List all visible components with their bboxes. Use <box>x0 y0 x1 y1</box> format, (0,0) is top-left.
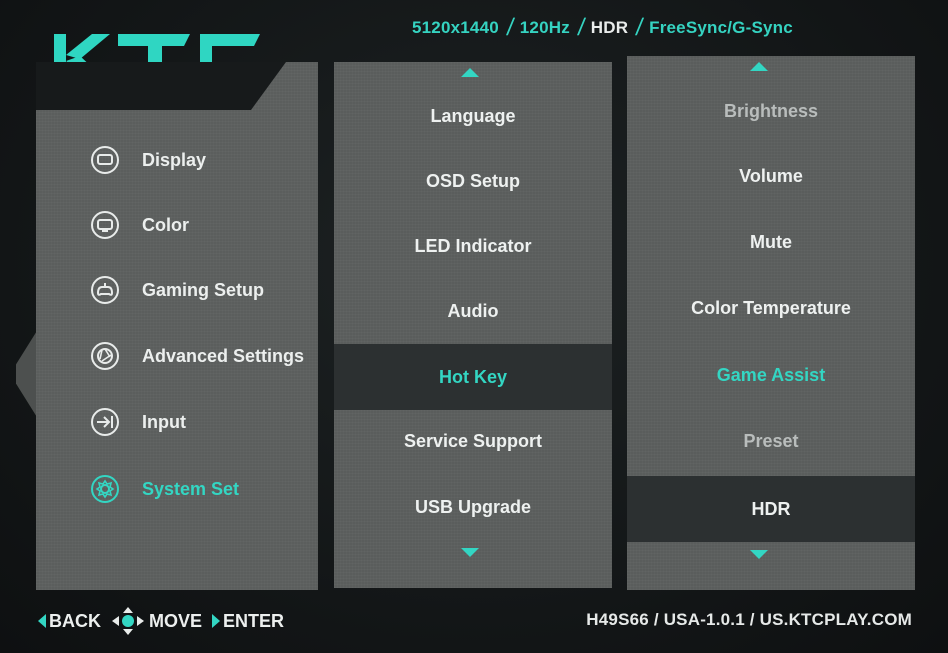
menu-item-gaming-setup[interactable]: Gaming Setup <box>90 270 264 310</box>
submenu-item-led-indicator[interactable]: LED Indicator <box>334 214 612 278</box>
menu-item-input[interactable]: Input <box>90 402 186 442</box>
menu-item-advanced-settings[interactable]: Advanced Settings <box>90 336 304 376</box>
main-menu-panel: Display Color Gaming Setup Advanced Sett… <box>36 62 318 590</box>
option-item-label: Mute <box>750 231 792 252</box>
refresh-rate-text: 120Hz <box>519 18 570 37</box>
submenu-item-service-support[interactable]: Service Support <box>334 409 612 473</box>
display-icon <box>91 146 119 174</box>
submenu-item-label: Language <box>430 105 516 126</box>
menu-item-label: Gaming Setup <box>142 279 265 300</box>
scroll-down-icon[interactable] <box>461 548 479 557</box>
sync-text: FreeSync/G-Sync <box>649 18 793 37</box>
move-hint: MOVE <box>149 610 203 631</box>
scroll-up-icon[interactable] <box>750 62 768 71</box>
enter-hint: ENTER <box>223 610 285 631</box>
submenu-item-label: LED Indicator <box>414 235 532 256</box>
submenu-item-language[interactable]: Language <box>334 84 612 148</box>
gamepad-icon <box>91 276 119 304</box>
option-item-mute[interactable]: Mute <box>627 210 915 274</box>
option-item-game-assist[interactable]: Game Assist <box>627 343 915 407</box>
menu-item-label: Display <box>142 149 207 170</box>
menu-item-label: Input <box>142 411 186 432</box>
menu-item-label: Advanced Settings <box>142 345 305 366</box>
joystick-move-icon <box>112 607 144 635</box>
option-item-label: Color Temperature <box>691 297 851 318</box>
option-item-volume[interactable]: Volume <box>627 144 915 208</box>
aperture-icon <box>91 342 119 370</box>
back-arrow-icon <box>38 614 46 628</box>
color-icon <box>91 211 119 239</box>
submenu-item-label: OSD Setup <box>425 170 520 191</box>
submenu-item-osd-setup[interactable]: OSD Setup <box>334 149 612 213</box>
option-item-label: Brightness <box>723 100 819 121</box>
option-item-label: Preset <box>743 430 799 451</box>
signal-info-bar: 5120x1440 / 120Hz / HDR / FreeSync/G-Syn… <box>412 14 793 42</box>
separator-slash: / <box>634 14 646 41</box>
input-icon <box>91 408 119 436</box>
menu-item-label: Color <box>142 214 189 235</box>
option-item-label: HDR <box>751 498 791 519</box>
scroll-down-icon[interactable] <box>750 550 768 559</box>
separator-slash: / <box>576 14 587 41</box>
separator-slash: / <box>505 14 516 41</box>
submenu-item-label: Audio <box>447 300 499 321</box>
scroll-up-icon[interactable] <box>461 68 479 77</box>
gear-icon <box>91 475 119 503</box>
submenu-item-label: Hot Key <box>438 366 507 387</box>
navigation-hints: BACK MOVE ENTER <box>38 606 284 636</box>
submenu-panel: Language OSD Setup LED Indicator Audio H… <box>334 62 612 588</box>
logo-backdrop <box>36 62 286 110</box>
option-item-hdr[interactable]: HDR <box>627 476 915 542</box>
submenu-item-usb-upgrade[interactable]: USB Upgrade <box>334 475 612 539</box>
option-item-preset[interactable]: Preset <box>627 409 915 473</box>
osd-screen: 5120x1440 / 120Hz / HDR / FreeSync/G-Syn… <box>0 0 948 653</box>
menu-item-display[interactable]: Display <box>90 140 206 180</box>
menu-item-label: System Set <box>142 478 240 499</box>
hdr-text: HDR <box>590 18 629 37</box>
back-hint: BACK <box>49 610 101 631</box>
submenu-item-audio[interactable]: Audio <box>334 279 612 343</box>
submenu-item-hot-key[interactable]: Hot Key <box>334 344 612 410</box>
option-item-color-temperature[interactable]: Color Temperature <box>627 276 915 340</box>
resolution-text: 5120x1440 <box>412 18 499 37</box>
submenu-item-label: USB Upgrade <box>414 496 531 517</box>
menu-item-color[interactable]: Color <box>90 205 189 245</box>
option-item-brightness[interactable]: Brightness <box>627 79 915 143</box>
model-firmware-info: H49S66 / USA-1.0.1 / US.KTCPLAY.COM <box>586 610 912 629</box>
option-item-label: Game Assist <box>716 364 826 385</box>
option-item-label: Volume <box>739 165 803 186</box>
menu-item-system-set[interactable]: System Set <box>90 469 239 509</box>
hotkey-options-panel: Brightness Volume Mute Color Temperature… <box>627 56 915 590</box>
enter-arrow-icon <box>212 614 221 628</box>
submenu-item-label: Service Support <box>403 430 543 451</box>
